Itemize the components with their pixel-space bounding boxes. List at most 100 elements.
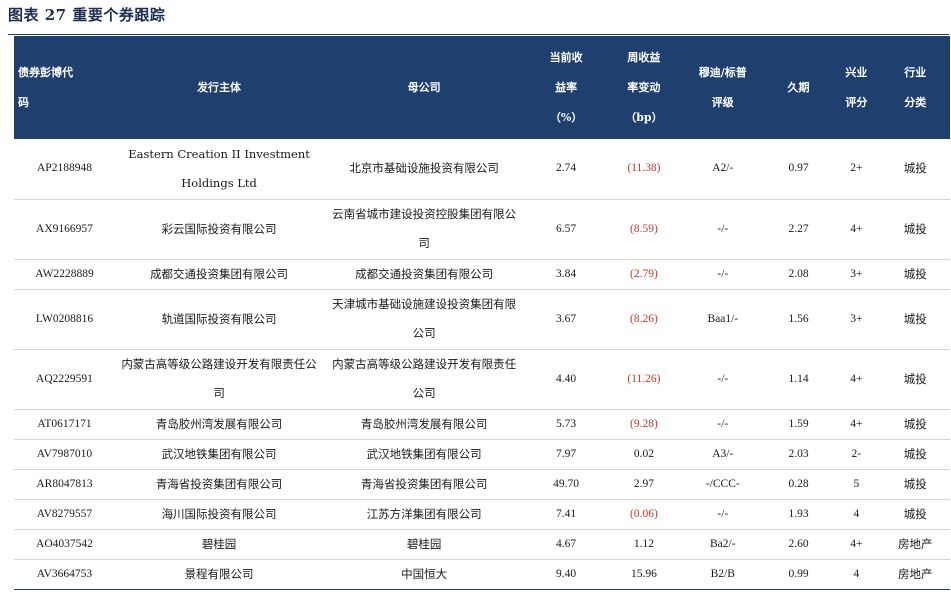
cell-yield: 4.40 <box>525 348 608 409</box>
cell-rating: A2/- <box>712 162 734 175</box>
cell-parent: 碧桂园 <box>323 528 526 559</box>
cell-change: (11.38) <box>627 162 661 175</box>
cell-industry: 城投 <box>903 161 927 176</box>
cell-rating: -/- <box>680 198 765 259</box>
cell-duration: 2.27 <box>764 198 833 259</box>
cell-code: AP2188948 <box>37 162 92 175</box>
header-yield-line3: （%） <box>549 110 583 124</box>
cell-yield: 3.84 <box>525 258 608 289</box>
cell-yield: 6.57 <box>525 198 608 259</box>
cell-score: 3+ <box>832 258 881 289</box>
cell-yield: 2.74 <box>556 162 577 175</box>
cell-score: 4 <box>832 498 881 529</box>
cell-change: 1.12 <box>607 528 681 559</box>
cell-parent: 青岛胶州湾发展有限公司 <box>323 408 526 439</box>
cell-change: (0.06) <box>607 498 681 529</box>
cell-change: (8.26) <box>607 288 681 349</box>
cell-yield: 9.40 <box>525 558 608 590</box>
header-industry-line1: 行业 <box>904 65 927 79</box>
table-row: AV7987010 武汉地铁集团有限公司 武汉地铁集团有限公司 7.97 0.02 A3/… <box>14 438 950 469</box>
cell-code: AQ2229591 <box>14 348 115 409</box>
table-row: AR8047813 青海省投资集团有限公司 青海省投资集团有限公司 49.70 2.97… <box>14 468 950 499</box>
cell-score: 4 <box>832 558 881 590</box>
cell-code: AW2228889 <box>14 258 115 289</box>
header-score-line2: 评分 <box>845 95 868 109</box>
cell-parent: 成都交通投资集团有限公司 <box>323 258 526 289</box>
header-yield-line1: 当前收 <box>549 50 583 64</box>
cell-issuer: 碧桂园 <box>114 528 324 559</box>
cell-duration: 1.14 <box>764 348 833 409</box>
cell-change: (8.59) <box>607 198 681 259</box>
table-body: AP2188948 Eastern Creation II Investment … <box>14 139 950 590</box>
table-row: AP2188948 Eastern Creation II Investment … <box>14 139 950 199</box>
cell-score: 2- <box>832 438 881 469</box>
header-rating: 穆迪/标普 评级 <box>680 36 765 139</box>
bond-tracking-table: 债券彭博代 码 发行主体 母公司 当前收 益率 （%） 周收益 率变动 （bp）… <box>14 36 950 590</box>
header-duration: 久期 <box>764 36 833 139</box>
cell-issuer: 武汉地铁集团有限公司 <box>114 438 324 469</box>
header-parent: 母公司 <box>323 36 526 139</box>
header-issuer: 发行主体 <box>114 36 324 139</box>
cell-change: 0.02 <box>607 438 681 469</box>
cell-rating: -/- <box>680 408 765 439</box>
cell-code: AV3664753 <box>14 558 115 590</box>
cell-issuer: 青海省投资集团有限公司 <box>114 468 324 499</box>
cell-yield: 3.67 <box>525 288 608 349</box>
cell-industry: 房地产 <box>880 528 950 559</box>
cell-industry: 城投 <box>880 348 950 409</box>
cell-score: 4+ <box>832 528 881 559</box>
cell-duration: 1.59 <box>764 408 833 439</box>
cell-issuer: 海川国际投资有限公司 <box>114 498 324 529</box>
cell-change: 15.96 <box>607 558 681 590</box>
header-score-line1: 兴业 <box>845 65 868 79</box>
cell-change: 2.97 <box>607 468 681 499</box>
header-code-line2: 码 <box>18 95 29 109</box>
cell-issuer: 内蒙古高等级公路建设开发有限责任公司 <box>114 348 324 409</box>
header-code-line1: 债券彭博代 <box>18 65 73 79</box>
cell-yield: 49.70 <box>525 468 608 499</box>
cell-issuer: 成都交通投资集团有限公司 <box>114 258 324 289</box>
cell-issuer: 轨道国际投资有限公司 <box>114 288 324 349</box>
cell-duration: 2.08 <box>764 258 833 289</box>
cell-score: 4+ <box>832 348 881 409</box>
cell-industry: 城投 <box>880 408 950 439</box>
header-rating-line2: 评级 <box>711 95 734 109</box>
cell-parent: 中国恒大 <box>323 558 526 590</box>
cell-score: 4+ <box>832 198 881 259</box>
header-change-line1: 周收益 <box>627 50 661 64</box>
cell-industry: 房地产 <box>880 558 950 590</box>
header-industry-line2: 分类 <box>904 95 927 109</box>
cell-duration: 2.60 <box>764 528 833 559</box>
cell-rating: A3/- <box>680 438 765 469</box>
cell-industry: 城投 <box>880 288 950 349</box>
table-row: AV8279557 海川国际投资有限公司 江苏方洋集团有限公司 7.41 (0.06) -… <box>14 498 950 529</box>
cell-industry: 城投 <box>880 198 950 259</box>
cell-code: AT0617171 <box>14 408 115 439</box>
cell-issuer: Eastern Creation II Investment Holdings … <box>128 146 310 190</box>
cell-duration: 2.03 <box>764 438 833 469</box>
cell-parent: 云南省城市建设投资控股集团有限公司 <box>323 198 526 259</box>
header-yield: 当前收 益率 （%） <box>525 36 608 139</box>
cell-score: 5 <box>832 468 881 499</box>
cell-duration: 0.97 <box>788 162 809 175</box>
cell-yield: 7.97 <box>525 438 608 469</box>
cell-score: 2+ <box>850 162 863 175</box>
table-row: AX9166957 彩云国际投资有限公司 云南省城市建设投资控股集团有限公司 6.57… <box>14 198 950 259</box>
table-row: AW2228889 成都交通投资集团有限公司 成都交通投资集团有限公司 3.84 (2.… <box>14 258 950 289</box>
cell-parent: 天津城市基础设施建设投资集团有限公司 <box>323 288 526 349</box>
header-rating-line1: 穆迪/标普 <box>698 65 747 79</box>
cell-issuer: 景程有限公司 <box>114 558 324 590</box>
cell-duration: 1.93 <box>764 498 833 529</box>
table-row: AV3664753 景程有限公司 中国恒大 9.40 15.96 B2/B 0.99 4 房地产 <box>14 558 950 590</box>
cell-score: 3+ <box>832 288 881 349</box>
cell-industry: 城投 <box>880 258 950 289</box>
cell-change: (11.26) <box>607 348 681 409</box>
cell-rating: Ba2/- <box>680 528 765 559</box>
cell-change: (9.28) <box>607 408 681 439</box>
cell-rating: -/- <box>680 498 765 529</box>
cell-duration: 0.99 <box>764 558 833 590</box>
header-change-line3: （bp） <box>625 110 663 124</box>
cell-code: AO4037542 <box>14 528 115 559</box>
header-change-line2: 率变动 <box>627 80 661 94</box>
cell-issuer: 彩云国际投资有限公司 <box>114 198 324 259</box>
